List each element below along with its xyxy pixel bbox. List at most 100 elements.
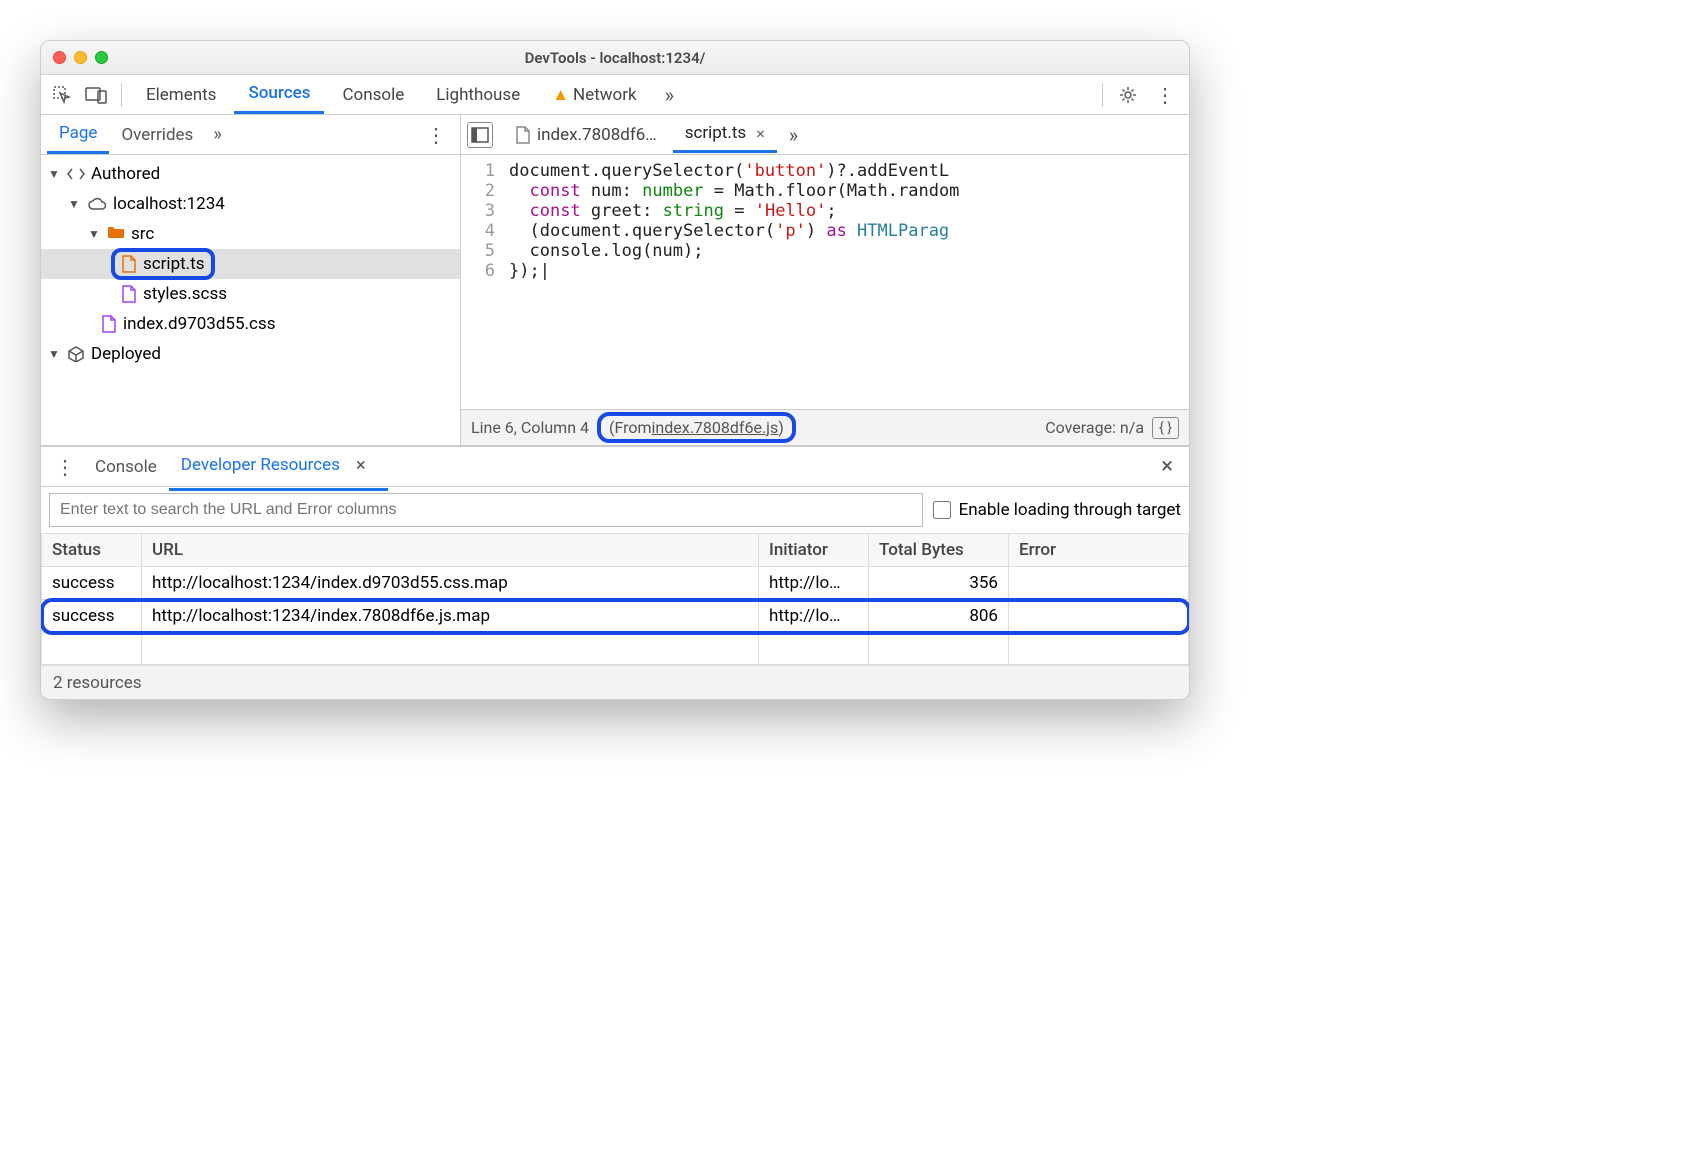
cell-error xyxy=(1009,600,1189,633)
checkbox[interactable] xyxy=(933,501,951,519)
col-initiator[interactable]: Initiator xyxy=(759,534,869,567)
tree-label: src xyxy=(131,224,154,244)
tab-network[interactable]: ▲Network xyxy=(538,77,650,113)
file-tree: ▼ Authored ▼ localhost:1234 ▼ src xyxy=(41,155,460,445)
col-status[interactable]: Status xyxy=(42,534,142,567)
cell-url: http://localhost:1234/index.d9703d55.css… xyxy=(142,567,759,600)
editor-pane: index.7808df6… script.ts × » 123456 docu… xyxy=(461,115,1189,445)
toggle-navigator-icon[interactable] xyxy=(467,122,493,148)
table-header-row: Status URL Initiator Total Bytes Error xyxy=(42,534,1189,567)
cell-initiator: http://lo… xyxy=(759,600,869,633)
col-error[interactable]: Error xyxy=(1009,534,1189,567)
more-nav-tabs-icon[interactable]: » xyxy=(205,118,229,151)
settings-gear-icon[interactable] xyxy=(1113,80,1143,110)
sourcemap-link[interactable]: index.7808df6e.js xyxy=(652,418,779,437)
table-row[interactable]: success http://localhost:1234/index.d970… xyxy=(42,567,1189,600)
status-linecol: Line 6, Column 4 xyxy=(471,418,589,437)
disclosure-triangle-icon: ▼ xyxy=(47,167,61,181)
tab-page[interactable]: Page xyxy=(47,115,109,154)
col-bytes[interactable]: Total Bytes xyxy=(869,534,1009,567)
cell-status: success xyxy=(42,567,142,600)
enable-target-checkbox[interactable]: Enable loading through target xyxy=(933,500,1181,520)
drawer-tab-label: Developer Resources xyxy=(181,455,340,475)
tab-elements[interactable]: Elements xyxy=(132,77,230,113)
cell-error xyxy=(1009,567,1189,600)
cell-bytes: 356 xyxy=(869,567,1009,600)
close-drawer-icon[interactable]: × xyxy=(1151,450,1183,483)
main-split: Page Overrides » ⋮ ▼ Authored ▼ localhos… xyxy=(41,115,1189,445)
drawer-controls: Enable loading through target xyxy=(41,487,1189,533)
code-icon xyxy=(67,167,85,181)
disclosure-triangle-icon: ▼ xyxy=(67,197,81,211)
kebab-menu-icon[interactable]: ⋮ xyxy=(1147,79,1183,111)
navigator-kebab-icon[interactable]: ⋮ xyxy=(418,119,454,151)
tab-overrides[interactable]: Overrides xyxy=(109,117,205,153)
highlight-ring: script.ts xyxy=(111,248,215,280)
drawer-footer: 2 resources xyxy=(41,665,1189,699)
tab-sources[interactable]: Sources xyxy=(234,75,324,114)
tab-network-label: Network xyxy=(573,85,637,105)
disclosure-triangle-icon: ▼ xyxy=(87,227,101,241)
inspect-icon[interactable] xyxy=(47,80,77,110)
tree-label: localhost:1234 xyxy=(113,194,225,214)
cell-status: success xyxy=(42,600,142,633)
main-toolbar: Elements Sources Console Lighthouse ▲Net… xyxy=(41,75,1189,115)
status-coverage: Coverage: n/a xyxy=(1045,418,1144,437)
tree-file-stylesscss[interactable]: styles.scss xyxy=(41,279,460,309)
pretty-print-icon[interactable]: { } xyxy=(1152,417,1179,439)
tree-authored[interactable]: ▼ Authored xyxy=(41,159,460,189)
close-drawer-tab-icon[interactable]: × xyxy=(346,451,376,480)
warning-icon: ▲ xyxy=(552,85,569,105)
close-icon[interactable] xyxy=(53,51,66,64)
tree-host[interactable]: ▼ localhost:1234 xyxy=(41,189,460,219)
col-url[interactable]: URL xyxy=(142,534,759,567)
editor-statusbar: Line 6, Column 4 (From index.7808df6e.js… xyxy=(461,409,1189,445)
tree-folder-src[interactable]: ▼ src xyxy=(41,219,460,249)
cloud-icon xyxy=(87,197,107,211)
table-row[interactable]: success http://localhost:1234/index.7808… xyxy=(42,600,1189,633)
more-file-tabs-icon[interactable]: » xyxy=(781,117,806,153)
drawer-kebab-icon[interactable]: ⋮ xyxy=(47,451,83,483)
tree-deployed[interactable]: ▼ Deployed xyxy=(41,339,460,369)
tree-label: styles.scss xyxy=(143,284,227,304)
close-tab-icon[interactable]: × xyxy=(756,124,765,143)
tree-label: index.d9703d55.css xyxy=(123,314,275,334)
sourcemap-from[interactable]: (From index.7808df6e.js) xyxy=(597,412,796,443)
tree-file-scriptts[interactable]: script.ts xyxy=(41,249,460,279)
file-tab-label: index.7808df6… xyxy=(537,125,657,145)
device-toggle-icon[interactable] xyxy=(81,80,111,110)
file-tab-index[interactable]: index.7808df6… xyxy=(503,118,669,152)
window-title: DevTools - localhost:1234/ xyxy=(41,49,1189,67)
file-icon xyxy=(121,255,137,273)
navigator-pane: Page Overrides » ⋮ ▼ Authored ▼ localhos… xyxy=(41,115,461,445)
drawer-tabs: ⋮ Console Developer Resources × × xyxy=(41,447,1189,487)
resources-table: Status URL Initiator Total Bytes Error s… xyxy=(41,533,1189,665)
divider xyxy=(121,83,122,107)
search-input[interactable] xyxy=(49,493,923,527)
cell-initiator: http://lo… xyxy=(759,567,869,600)
folder-icon xyxy=(107,224,125,244)
line-gutter: 123456 xyxy=(461,155,503,409)
editor-tabs: index.7808df6… script.ts × » xyxy=(461,115,1189,155)
disclosure-triangle-icon: ▼ xyxy=(47,347,61,361)
tree-file-indexcss[interactable]: index.d9703d55.css xyxy=(41,309,460,339)
titlebar: DevTools - localhost:1234/ xyxy=(41,41,1189,75)
drawer-tab-devres[interactable]: Developer Resources × xyxy=(169,443,388,491)
box-icon xyxy=(67,346,85,362)
navigator-tabs: Page Overrides » ⋮ xyxy=(41,115,460,155)
maximize-icon[interactable] xyxy=(95,51,108,64)
devtools-window: DevTools - localhost:1234/ Elements Sour… xyxy=(40,40,1190,700)
more-tabs-chevron-icon[interactable]: » xyxy=(655,77,684,113)
file-tab-scriptts[interactable]: script.ts × xyxy=(673,116,777,153)
code-editor[interactable]: 123456 document.querySelector('button')?… xyxy=(461,155,1189,409)
drawer-tab-console[interactable]: Console xyxy=(83,449,169,485)
tree-label: Authored xyxy=(91,164,160,184)
file-icon xyxy=(515,126,531,144)
code-content: document.querySelector('button')?.addEve… xyxy=(503,155,1189,409)
minimize-icon[interactable] xyxy=(74,51,87,64)
tab-console[interactable]: Console xyxy=(328,77,418,113)
file-tab-label: script.ts xyxy=(685,123,747,143)
window-controls xyxy=(53,51,108,64)
file-icon xyxy=(101,315,117,333)
tab-lighthouse[interactable]: Lighthouse xyxy=(422,77,534,113)
